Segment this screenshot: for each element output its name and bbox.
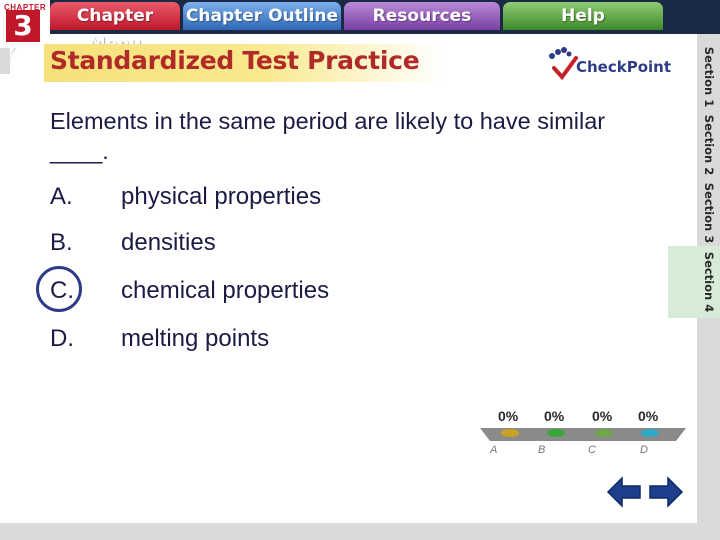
answer-text: melting points bbox=[121, 325, 270, 352]
chapter-badge: CHAPTER 3 bbox=[0, 0, 50, 48]
answer-letter: D. bbox=[50, 325, 74, 352]
answer-text: densities bbox=[121, 229, 216, 256]
checkpoint-logo: CheckPoint bbox=[548, 46, 671, 82]
section-3-tab[interactable]: Section 3 bbox=[698, 180, 720, 246]
answer-option-b[interactable]: B. densities bbox=[50, 229, 470, 263]
resources-tab[interactable]: Resources bbox=[344, 2, 500, 30]
answer-letter: A. bbox=[50, 183, 73, 210]
answer-text: chemical properties bbox=[121, 277, 330, 304]
response-label-c: C bbox=[588, 444, 596, 456]
response-label-b: B bbox=[538, 444, 546, 456]
response-bar-d bbox=[641, 429, 659, 437]
section-tab-label: Section 4 bbox=[702, 251, 716, 313]
chapter-number: 3 bbox=[6, 10, 40, 42]
checkpoint-text: CheckPoint bbox=[576, 58, 672, 76]
chapter-menu-tab[interactable]: Chapter Menu bbox=[50, 2, 180, 54]
correct-answer-circle bbox=[36, 266, 82, 312]
answer-option-a[interactable]: A. physical properties bbox=[50, 183, 470, 217]
chapter-outline-tab[interactable]: Chapter Outline bbox=[183, 2, 341, 30]
response-label-d: D bbox=[640, 444, 648, 456]
help-tab[interactable]: Help bbox=[503, 2, 663, 30]
section-4-tab[interactable]: Section 4 bbox=[668, 246, 720, 318]
bottom-frame bbox=[0, 523, 697, 540]
response-chart: 0% 0% 0% 0% A B C D bbox=[476, 400, 690, 466]
response-bar-b bbox=[547, 429, 565, 437]
response-percent-d: 0% bbox=[638, 408, 659, 424]
response-percent-b: 0% bbox=[544, 408, 565, 424]
response-bar-c bbox=[595, 429, 613, 437]
answer-option-c[interactable]: C. chemical properties bbox=[50, 277, 470, 311]
section-1-tab[interactable]: Section 1 bbox=[698, 44, 720, 110]
previous-arrow-icon[interactable] bbox=[606, 474, 642, 510]
response-percent-c: 0% bbox=[592, 408, 613, 424]
page-title: Standardized Test Practice bbox=[50, 46, 420, 75]
response-label-a: A bbox=[490, 444, 498, 456]
section-2-tab[interactable]: Section 2 bbox=[698, 112, 720, 178]
next-arrow-icon[interactable] bbox=[648, 474, 684, 510]
section-tab-label: Section 2 bbox=[702, 114, 716, 176]
response-bar-a bbox=[501, 429, 519, 437]
response-percent-a: 0% bbox=[498, 408, 519, 424]
question-text: Elements in the same period are likely t… bbox=[50, 108, 606, 164]
answer-letter: B. bbox=[50, 229, 73, 256]
response-trough bbox=[480, 428, 686, 441]
answer-text: physical properties bbox=[121, 183, 322, 210]
section-tab-label: Section 3 bbox=[702, 182, 716, 244]
section-tab-label: Section 1 bbox=[702, 46, 716, 108]
check-mark-icon bbox=[552, 56, 578, 80]
answer-option-d[interactable]: D. melting points bbox=[50, 325, 470, 359]
